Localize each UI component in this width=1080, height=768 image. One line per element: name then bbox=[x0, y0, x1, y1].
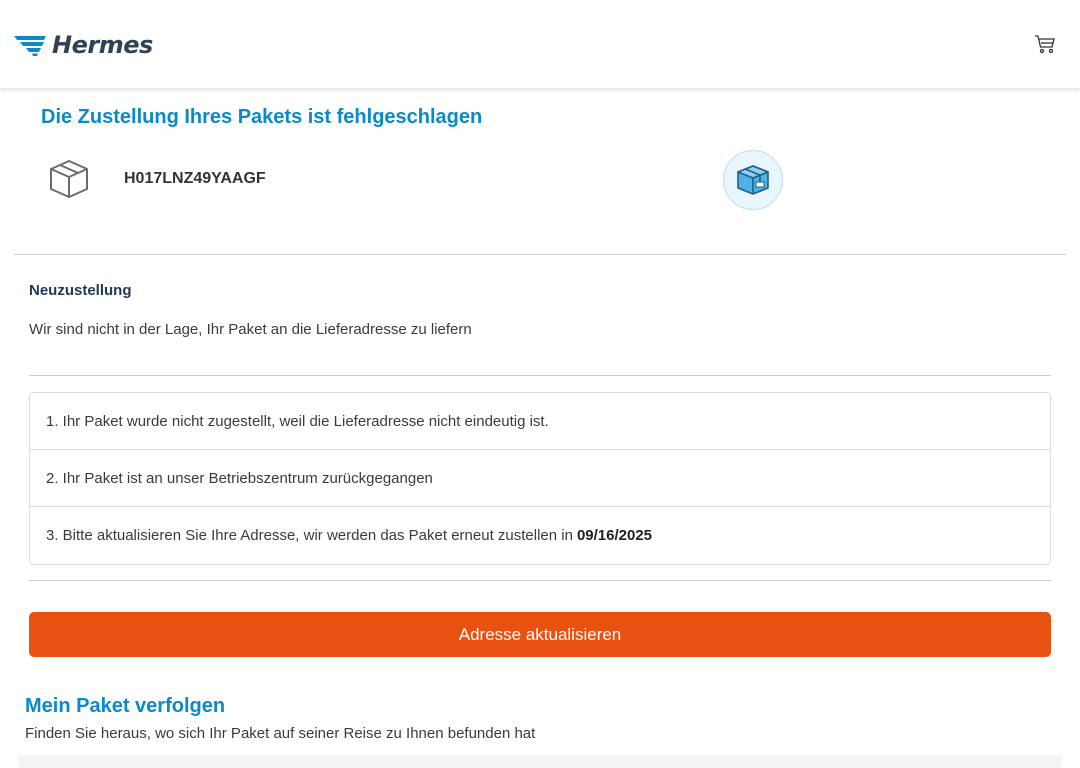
step-text: 3. Bitte aktualisieren Sie Ihre Adresse,… bbox=[46, 527, 573, 544]
redelivery-date: 09/16/2025 bbox=[576, 527, 653, 544]
track-package-subtitle: Finden Sie heraus, wo sich Ihr Paket auf… bbox=[25, 725, 536, 742]
steps-bottom-divider bbox=[29, 580, 1051, 581]
steps-top-divider bbox=[29, 375, 1051, 376]
package-outline-icon bbox=[50, 160, 88, 198]
update-address-button[interactable]: Adresse aktualisieren bbox=[29, 612, 1051, 657]
list-item: 2. Ihr Paket ist an unser Betriebszentru… bbox=[30, 450, 1050, 507]
track-package-title: Mein Paket verfolgen bbox=[25, 695, 226, 717]
step-text: 2. Ihr Paket ist an unser Betriebszentru… bbox=[46, 469, 433, 487]
list-item: 3. Bitte aktualisieren Sie Ihre Adresse,… bbox=[30, 507, 1050, 564]
brand-name: Hermes bbox=[52, 31, 153, 59]
step-text: 1. Ihr Paket wurde nicht zugestellt, wei… bbox=[46, 412, 549, 430]
section-divider bbox=[14, 254, 1066, 255]
delivery-failed-title: Die Zustellung Ihres Pakets ist fehlgesc… bbox=[41, 106, 483, 128]
parcel-badge-icon bbox=[737, 165, 769, 195]
redelivery-description: Wir sind nicht in der Lage, Ihr Paket an… bbox=[29, 321, 472, 338]
tracking-number: H017LNZ49YAAGF bbox=[124, 170, 266, 187]
shopping-cart-icon[interactable] bbox=[1034, 34, 1056, 54]
tracking-panel bbox=[18, 755, 1062, 768]
list-item: 1. Ihr Paket wurde nicht zugestellt, wei… bbox=[30, 393, 1050, 450]
site-header: Hermes bbox=[0, 0, 1080, 88]
steps-list: 1. Ihr Paket wurde nicht zugestellt, wei… bbox=[29, 392, 1051, 565]
parcel-status-badge bbox=[723, 150, 783, 210]
speed-lines-icon bbox=[14, 36, 46, 56]
hermes-logo[interactable]: Hermes bbox=[14, 30, 153, 60]
redelivery-heading: Neuzustellung bbox=[29, 282, 132, 299]
